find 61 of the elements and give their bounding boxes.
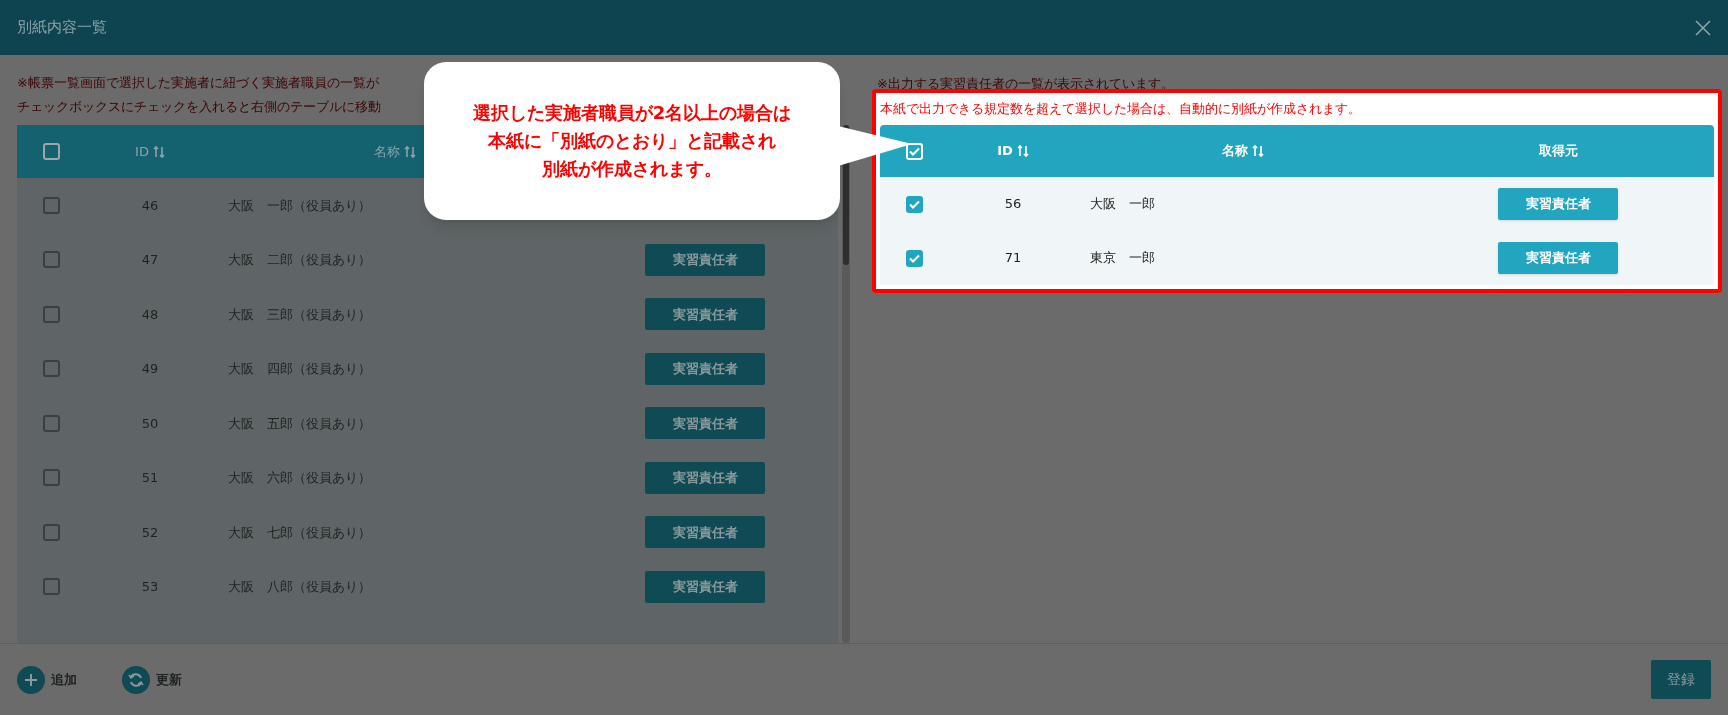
table-cell-text: 大阪 七郎（役員あり）: [227, 523, 372, 542]
source-tag[interactable]: 実習責任者: [645, 243, 765, 276]
checkbox[interactable]: [905, 195, 923, 213]
table-cell-text: 53: [140, 578, 160, 596]
checkbox[interactable]: [42, 251, 60, 269]
add-button[interactable]: 追加: [17, 665, 77, 694]
table-cell-text: 大阪 一郎: [1089, 195, 1156, 214]
sort-icon[interactable]: [152, 144, 165, 159]
check-icon: [908, 253, 920, 263]
source-tag[interactable]: 実習責任者: [645, 298, 765, 331]
table-cell-text: 46: [140, 196, 160, 215]
column-header: 取得元: [1538, 142, 1578, 161]
source-tag[interactable]: 実習責任者: [645, 461, 765, 494]
checkbox[interactable]: [42, 469, 60, 487]
checkbox[interactable]: [42, 196, 60, 214]
callout-text: 選択した実施者職員が2名以上の場合は: [472, 101, 792, 125]
register-button[interactable]: 登録: [1651, 660, 1711, 699]
table-cell-text: 71: [1003, 249, 1023, 268]
column-header: 名称: [374, 142, 400, 161]
column-header: ID: [997, 142, 1013, 161]
sort-icon[interactable]: [404, 144, 416, 159]
checkbox[interactable]: [905, 249, 923, 267]
table-cell-text: 56: [1003, 195, 1023, 214]
table-cell-text: 大阪 四郎（役員あり）: [227, 360, 372, 378]
source-tag[interactable]: 実習責任者: [645, 407, 765, 440]
source-tag[interactable]: 実習責任者: [1498, 242, 1618, 274]
checkbox[interactable]: [42, 523, 60, 541]
checkbox[interactable]: [42, 360, 60, 378]
scrollbar[interactable]: [842, 125, 850, 643]
column-header: 名称: [1222, 142, 1248, 161]
callout-text: 別紙が作成されます。: [542, 157, 722, 181]
source-tag[interactable]: 実習責任者: [645, 352, 765, 385]
source-tag[interactable]: 実習責任者: [645, 570, 765, 603]
table-cell-text: 大阪 二郎（役員あり）: [227, 251, 372, 269]
table-cell-text: 大阪 六郎（役員あり）: [227, 469, 372, 487]
checkbox[interactable]: [42, 578, 60, 596]
dialog-title: 別紙内容一覧: [17, 17, 107, 39]
table-cell-text: 大阪 八郎（役員あり）: [227, 578, 372, 596]
table-cell-text: 47: [140, 251, 160, 269]
checkbox[interactable]: [42, 414, 60, 432]
column-header: ID: [135, 142, 149, 161]
check-icon: [908, 199, 920, 209]
callout-text: 本紙に「別紙のとおり」と記載され: [488, 129, 776, 153]
check-icon: [908, 146, 920, 156]
close-icon[interactable]: [1695, 19, 1711, 36]
plus-icon: [17, 665, 45, 694]
table-cell-text: 50: [140, 414, 160, 433]
table-cell-text: 51: [140, 469, 160, 487]
refresh-icon: [122, 665, 150, 694]
refresh-button[interactable]: 更新: [122, 665, 182, 694]
checkbox[interactable]: [42, 305, 60, 323]
table-cell-text: 東京 一郎: [1089, 249, 1156, 268]
table-cell-text: 大阪 五郎（役員あり）: [227, 414, 372, 433]
table-cell-text: 48: [140, 305, 160, 324]
note-text: チェックボックスにチェックを入れると右側のテーブルに移動: [17, 99, 381, 115]
source-tag[interactable]: 実習責任者: [645, 516, 765, 549]
checkbox[interactable]: [42, 143, 60, 160]
table-cell-text: 49: [140, 360, 160, 378]
table-cell-text: 52: [140, 523, 160, 542]
source-tag[interactable]: 実習責任者: [1498, 188, 1618, 220]
warning-text: 本紙で出力できる規定数を超えて選択した場合は、自動的に別紙が作成されます。: [880, 100, 1362, 118]
